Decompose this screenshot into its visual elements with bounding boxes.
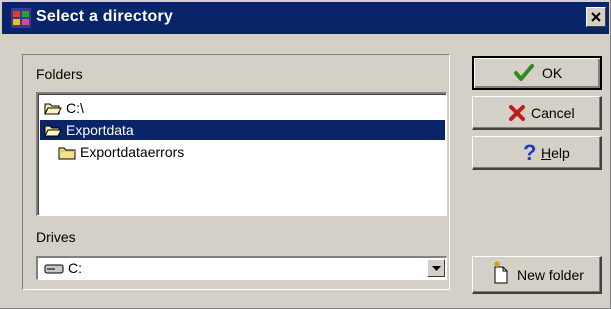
new-folder-button[interactable]: New folder xyxy=(472,256,602,294)
closed-folder-icon xyxy=(58,145,76,165)
close-icon xyxy=(591,12,601,22)
help-question-icon: ? xyxy=(523,140,537,166)
ok-button[interactable]: OK xyxy=(472,56,602,90)
new-folder-label: New folder xyxy=(517,267,584,283)
help-label: Help xyxy=(541,145,570,161)
app-icon xyxy=(11,8,31,28)
drive-value: C: xyxy=(68,260,82,276)
close-button[interactable] xyxy=(586,7,606,27)
drives-select[interactable]: C: xyxy=(36,256,447,280)
svg-text:?: ? xyxy=(523,141,536,163)
folder-label: Exportdataerrors xyxy=(80,144,185,160)
ok-label: OK xyxy=(542,65,563,81)
folder-label: Exportdata xyxy=(66,122,134,138)
cancel-label: Cancel xyxy=(531,105,575,121)
drive-icon xyxy=(44,262,64,278)
open-folder-icon xyxy=(44,101,62,121)
help-mnemonic: H xyxy=(541,145,552,161)
cancel-x-icon xyxy=(509,105,525,124)
title-bar[interactable]: Select a directory xyxy=(2,2,609,34)
folders-list[interactable]: C:\ Exportdata Exportdataerrors xyxy=(36,92,447,216)
dropdown-button[interactable] xyxy=(427,259,445,277)
folders-label: Folders xyxy=(36,66,83,82)
window-title: Select a directory xyxy=(36,8,173,25)
checkmark-icon xyxy=(514,64,534,85)
select-directory-dialog: Select a directory Folders C:\ Exportdat… xyxy=(0,0,611,309)
chevron-down-icon xyxy=(432,266,441,271)
new-folder-icon xyxy=(491,261,509,288)
help-rest: elp xyxy=(551,145,570,161)
drives-label: Drives xyxy=(36,229,76,245)
open-folder-icon xyxy=(44,123,62,143)
help-button[interactable]: ? Help xyxy=(472,136,602,170)
cancel-button[interactable]: Cancel xyxy=(472,96,602,130)
folder-label: C:\ xyxy=(66,100,84,116)
